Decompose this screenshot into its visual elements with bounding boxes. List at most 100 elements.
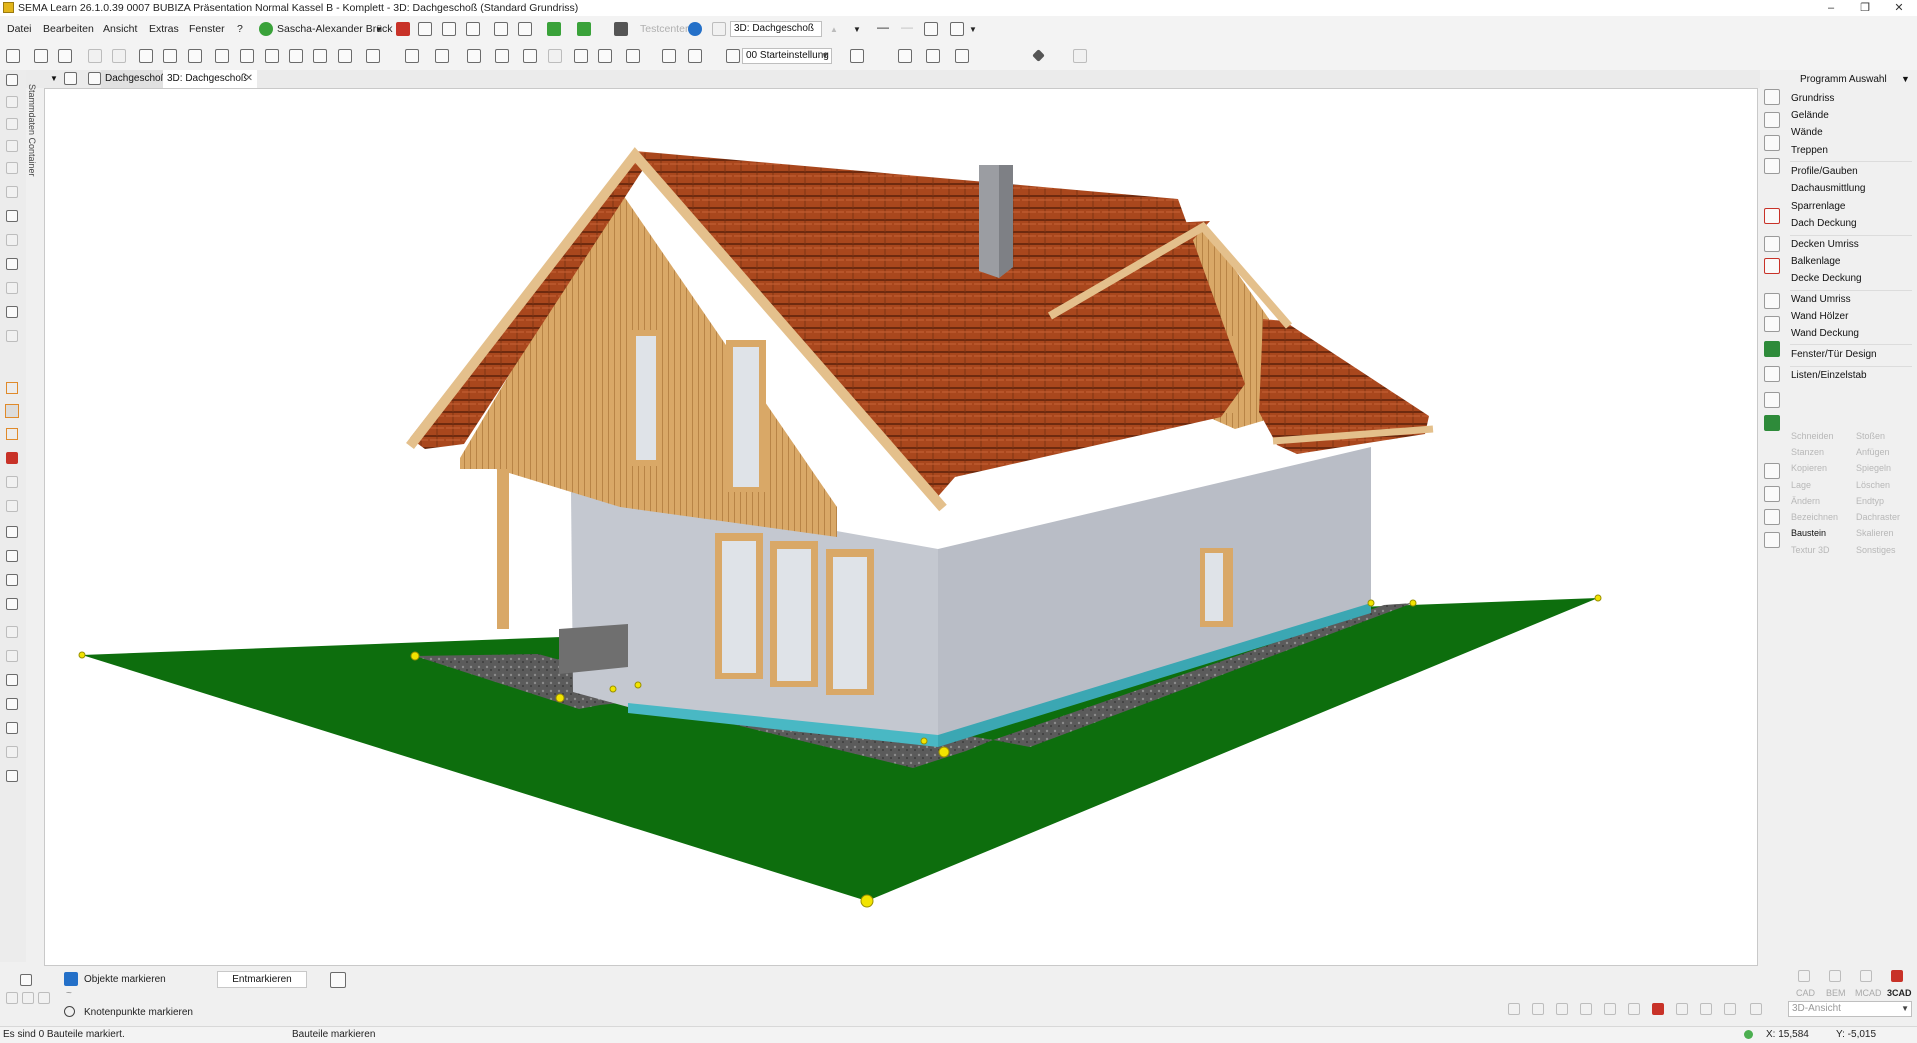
snap-mid-icon[interactable]: [1580, 1003, 1592, 1015]
layers-icon[interactable]: [662, 49, 676, 63]
view-up-arrow-icon[interactable]: ▲: [830, 25, 838, 34]
panel-green-tool-icon[interactable]: [1764, 415, 1780, 431]
program-grundriss[interactable]: Grundriss: [1791, 93, 1834, 104]
panel-tool-icon[interactable]: [1764, 392, 1780, 408]
delete-object-icon[interactable]: [6, 452, 18, 464]
dim-3d-icon[interactable]: [6, 722, 18, 734]
ungroup-icon[interactable]: [6, 598, 18, 610]
tab-3d-dachgeschoss[interactable]: 3D: Dachgeschoß ✕: [163, 70, 257, 88]
info-icon[interactable]: [926, 49, 940, 63]
program-treppen[interactable]: Treppen: [1791, 145, 1828, 156]
mark-objects-label[interactable]: Objekte markieren: [84, 974, 166, 985]
measure-line-icon[interactable]: [6, 210, 18, 222]
program-decke-deckung[interactable]: Decke Deckung: [1791, 273, 1862, 284]
sparrenlage-icon[interactable]: [1764, 208, 1780, 224]
maximize-button[interactable]: ❐: [1850, 0, 1880, 16]
search-icon[interactable]: [330, 972, 346, 988]
mark-objects-icon[interactable]: [64, 972, 78, 986]
program-wand-deckung[interactable]: Wand Deckung: [1791, 328, 1859, 339]
snap-perp-icon[interactable]: [1604, 1003, 1616, 1015]
mode-mcad[interactable]: MCAD: [1855, 988, 1882, 998]
settings-box-icon[interactable]: [614, 22, 628, 36]
print-icon[interactable]: [466, 22, 480, 36]
view-down-arrow-icon[interactable]: ▼: [853, 25, 861, 34]
tool-sonstiges[interactable]: Sonstiges: [1856, 545, 1896, 555]
tool-anfuegen[interactable]: Anfügen: [1856, 447, 1890, 457]
window-icon[interactable]: [418, 22, 432, 36]
bem-mode-icon[interactable]: [1829, 970, 1841, 982]
layer-small-2-icon[interactable]: [22, 992, 34, 1004]
listen-icon[interactable]: [1764, 366, 1780, 382]
line-icon[interactable]: [6, 96, 18, 108]
sidebar-label[interactable]: Stammdaten Container: [26, 84, 38, 184]
unmark-button[interactable]: Entmarkieren: [217, 971, 307, 988]
menu-fenster[interactable]: Fenster: [189, 23, 225, 35]
new-window-icon[interactable]: [64, 72, 77, 85]
tool-schneiden[interactable]: Schneiden: [1791, 431, 1834, 441]
undo-icon[interactable]: [88, 49, 102, 63]
3cad-mode-icon[interactable]: [1891, 970, 1903, 982]
preset-select[interactable]: 00 Starteinstellung ▼: [742, 48, 832, 64]
close-window-button[interactable]: ✕: [1884, 0, 1914, 16]
visibility-icon[interactable]: [467, 49, 481, 63]
redo-icon[interactable]: [112, 49, 126, 63]
panel-dropdown-arrow-icon[interactable]: ▼: [1901, 74, 1910, 84]
3d-viewport[interactable]: [44, 88, 1758, 966]
snap-tangent-icon[interactable]: [1628, 1003, 1640, 1015]
tool-loeschen[interactable]: Löschen: [1856, 480, 1890, 490]
measure-icon[interactable]: [574, 49, 588, 63]
snap-point-icon[interactable]: [1532, 1003, 1544, 1015]
frame-active-icon[interactable]: [5, 404, 19, 418]
snap-active-icon[interactable]: [1652, 1003, 1664, 1015]
close-tab-icon[interactable]: ✕: [245, 70, 253, 88]
copy-icon[interactable]: [163, 49, 177, 63]
program-balkenlage[interactable]: Balkenlage: [1791, 256, 1840, 267]
snap-tool-icon[interactable]: [58, 49, 72, 63]
group-icon[interactable]: [6, 574, 18, 586]
polyline-icon[interactable]: [6, 162, 18, 174]
target-icon[interactable]: [523, 49, 537, 63]
refresh-icon[interactable]: [950, 22, 964, 36]
axis-icon[interactable]: [366, 49, 380, 63]
decken-umriss-icon[interactable]: [1764, 236, 1780, 252]
view-mode-select[interactable]: 3D-Ansicht ▼: [1788, 1001, 1912, 1017]
mcad-mode-icon[interactable]: [1860, 970, 1872, 982]
3d-house-model[interactable]: [45, 89, 1758, 966]
wand-hoelzer-icon[interactable]: [1764, 316, 1780, 332]
menu-bearbeiten[interactable]: Bearbeiten: [43, 23, 94, 35]
program-dachausmittlung[interactable]: Dachausmittlung: [1791, 183, 1865, 194]
clipboard-icon[interactable]: [188, 49, 202, 63]
slope-icon[interactable]: [6, 306, 18, 318]
tool-lage[interactable]: Lage: [1791, 480, 1811, 490]
layer-small-3-icon[interactable]: [38, 992, 50, 1004]
gelaende-icon[interactable]: [1764, 112, 1780, 128]
zoom-icon[interactable]: [289, 49, 303, 63]
program-fenster-tuer-design[interactable]: Fenster/Tür Design: [1791, 349, 1877, 360]
menu-datei[interactable]: Datei: [7, 23, 32, 35]
save-icon[interactable]: [924, 22, 938, 36]
minus-icon[interactable]: —: [877, 20, 889, 34]
snap-grid-icon[interactable]: [1508, 1003, 1520, 1015]
eye-settings-icon[interactable]: [850, 49, 864, 63]
tab-dachgeschoss[interactable]: Dachgeschoß: [101, 70, 167, 88]
pattern-icon[interactable]: [6, 500, 18, 512]
menu-help[interactable]: ?: [237, 23, 243, 35]
layer-select-icon[interactable]: [688, 49, 702, 63]
layer-small-icon[interactable]: [6, 992, 18, 1004]
label-3d-icon[interactable]: [6, 770, 18, 782]
fenster-tuer-icon[interactable]: [1764, 341, 1780, 357]
balkenlage-icon[interactable]: [1764, 258, 1780, 274]
sync-down-icon[interactable]: [577, 22, 591, 36]
program-gelaende[interactable]: Gelände: [1791, 110, 1829, 121]
section-alt-icon[interactable]: [6, 650, 18, 662]
snap-circle-icon[interactable]: [1750, 1003, 1762, 1015]
frame-icon[interactable]: [6, 382, 18, 394]
frame-edit-icon[interactable]: [6, 428, 18, 440]
program-waende[interactable]: Wände: [1791, 127, 1823, 138]
menu-extras[interactable]: Extras: [149, 23, 179, 35]
snap-cross-icon[interactable]: [1724, 1003, 1736, 1015]
cad-mode-icon[interactable]: [1798, 970, 1810, 982]
calculator-icon[interactable]: [955, 49, 969, 63]
diamond-icon[interactable]: [1032, 49, 1045, 62]
teamviewer-icon[interactable]: [688, 22, 702, 36]
